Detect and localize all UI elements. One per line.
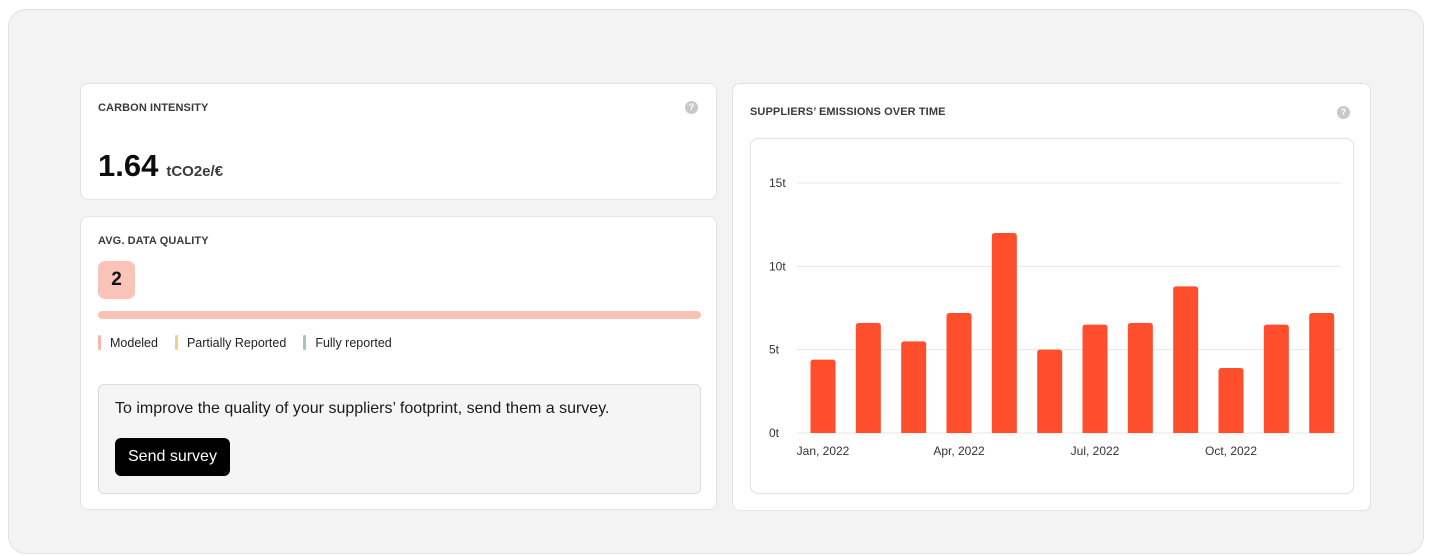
- legend-label-fully-reported: Fully reported: [315, 335, 392, 350]
- legend-item-partially-reported: Partially Reported: [174, 335, 287, 350]
- x-tick-label: Apr, 2022: [933, 444, 985, 458]
- y-tick-label: 10t: [769, 259, 786, 273]
- carbon-intensity-title: CARBON INTENSITY: [98, 102, 209, 114]
- legend-label-partially-reported: Partially Reported: [186, 335, 287, 350]
- legend-label-modeled: Modeled: [110, 335, 158, 350]
- legend-item-modeled: Modeled: [98, 335, 158, 350]
- emissions-chart-title: SUPPLIERS’ EMISSIONS OVER TIME: [750, 106, 946, 118]
- emissions-bar[interactable]: [1037, 349, 1063, 433]
- emissions-bar[interactable]: [1218, 368, 1244, 433]
- survey-callout: To improve the quality of your suppliers…: [98, 384, 701, 494]
- emissions-over-time-card: SUPPLIERS’ EMISSIONS OVER TIME ? 0t 5t 10t…: [732, 83, 1371, 511]
- emissions-bar[interactable]: [1263, 324, 1289, 433]
- emissions-bar[interactable]: [946, 313, 972, 433]
- legend-item-fully-reported: Fully reported: [303, 335, 392, 350]
- carbon-intensity-card: CARBON INTENSITY ? 1.64 tCO2e/€: [80, 83, 717, 200]
- emissions-bar[interactable]: [991, 233, 1017, 433]
- emissions-bar[interactable]: [1309, 313, 1335, 433]
- send-survey-button[interactable]: Send survey: [115, 438, 230, 476]
- carbon-intensity-unit: tCO2e/€: [166, 163, 224, 180]
- x-tick-label: Jul, 2022: [1071, 444, 1120, 458]
- survey-message: To improve the quality of your suppliers…: [115, 400, 610, 417]
- legend-swatch-modeled: [98, 335, 101, 350]
- data-quality-title: AVG. DATA QUALITY: [98, 235, 209, 247]
- emissions-bar[interactable]: [1173, 286, 1199, 433]
- y-tick-label: 5t: [769, 343, 780, 357]
- data-quality-bar: [98, 311, 701, 319]
- x-tick-label: Jan, 2022: [797, 444, 850, 458]
- emissions-bar[interactable]: [855, 323, 881, 433]
- emissions-bar[interactable]: [810, 359, 836, 433]
- emissions-chart-container: 0t 5t 10t 15t Jan, 2022 Apr, 2022 Jul, 2022 Oct…: [750, 138, 1354, 494]
- emissions-bar[interactable]: [901, 341, 927, 433]
- y-tick-label: 0t: [769, 426, 780, 440]
- data-quality-legend: Modeled Partially Reported Fully reporte…: [98, 335, 409, 350]
- data-quality-score-badge: 2: [98, 261, 135, 299]
- y-tick-label: 15t: [769, 176, 786, 190]
- emissions-bar[interactable]: [1127, 323, 1153, 433]
- carbon-intensity-value-row: 1.64 tCO2e/€: [98, 148, 223, 184]
- legend-swatch-partially-reported: [174, 335, 178, 350]
- emissions-bar-chart: 0t 5t 10t 15t Jan, 2022 Apr, 2022 Jul, 2022 Oct…: [769, 176, 1341, 458]
- emissions-bar[interactable]: [1082, 324, 1108, 433]
- x-tick-label: Oct, 2022: [1205, 444, 1257, 458]
- dashboard-panel: CARBON INTENSITY ? 1.64 tCO2e/€ AVG. DAT…: [8, 9, 1424, 554]
- question-mark-icon[interactable]: ?: [685, 101, 698, 114]
- question-mark-icon[interactable]: ?: [1337, 106, 1350, 119]
- data-quality-bar-fill: [98, 311, 701, 319]
- data-quality-card: AVG. DATA QUALITY 2 Modeled Partially Re…: [80, 216, 717, 510]
- legend-swatch-fully-reported: [303, 335, 307, 350]
- carbon-intensity-value: 1.64: [98, 148, 159, 183]
